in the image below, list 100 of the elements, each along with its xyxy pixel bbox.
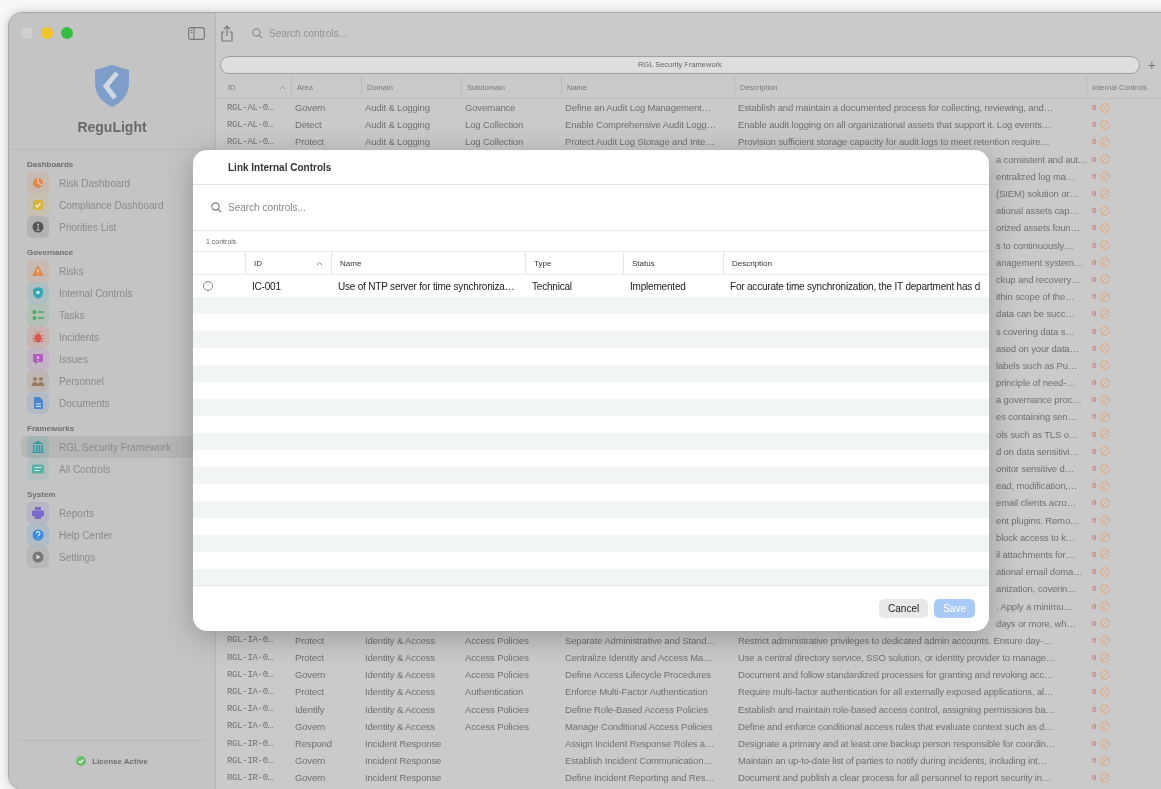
circle-slash-icon[interactable] [1100,257,1111,268]
circle-slash-icon[interactable] [1100,326,1111,337]
circle-slash-icon[interactable] [1100,411,1111,422]
table-cell-text: RGL-IR-0… [226,772,274,783]
circle-slash-icon[interactable] [1100,377,1111,388]
circle-slash-icon[interactable] [1100,480,1111,491]
table-cell-text: Define an Audit Log Management… [564,102,712,114]
table-cell: ational assets cap… [996,205,1079,217]
printer-icon [27,502,49,524]
circle-slash-icon[interactable] [1100,222,1111,233]
circle-slash-icon[interactable] [1100,102,1111,113]
table-cell-text: Protect [294,136,326,148]
sort-chevron-icon [279,84,286,90]
circle-slash-icon[interactable] [1100,549,1111,560]
control-count: 0 [1092,618,1097,628]
table-cell-text: Access Policies [464,669,530,681]
circle-slash-icon[interactable] [1100,566,1111,577]
table-cell-text: Enforce Multi-Factor Authentication [564,686,709,698]
table-cell-text: Access Policies [464,720,530,732]
circle-slash-icon[interactable] [1100,274,1111,285]
circle-slash-icon[interactable] [1100,308,1111,319]
control-count: 0 [1092,154,1097,164]
circle-slash-icon[interactable] [1100,429,1111,440]
table-cell-text: Enable Comprehensive Audit Logg… [564,119,717,131]
zoom-window-button[interactable] [61,27,73,39]
search-field[interactable]: Search controls... [269,27,347,39]
checklist-icon [27,304,49,326]
table-cell-text: Identity & Access [364,652,436,664]
table-cell: ead, modification,… [996,480,1078,492]
circle-slash-icon[interactable] [1100,154,1111,165]
table-cell-text: Require multi-factor authentication for all externally exposed applications, al… [737,686,1055,698]
sidebar-toggle-icon[interactable] [188,26,205,40]
table-cell-text: RGL-IA-0… [226,652,274,663]
circle-slash-icon[interactable] [1100,721,1111,732]
circle-slash-icon[interactable] [1100,463,1111,474]
control-count: 0 [1092,601,1097,611]
circle-slash-icon[interactable] [1100,394,1111,405]
circle-slash-icon[interactable] [1100,669,1111,680]
column-header[interactable]: Status [623,252,723,274]
dialog-title: Link Internal Controls [228,161,332,173]
circle-slash-icon[interactable] [1100,497,1111,508]
circle-slash-icon[interactable] [1100,205,1111,216]
shield-icon [27,282,49,304]
circle-slash-icon[interactable] [1100,343,1111,354]
circle-slash-icon[interactable] [1100,652,1111,663]
control-count: 0 [1092,704,1097,714]
circle-slash-icon[interactable] [1100,772,1111,783]
minimize-window-button[interactable] [41,27,53,39]
circle-slash-icon[interactable] [1100,704,1111,715]
circle-slash-icon[interactable] [1100,446,1111,457]
circle-slash-icon[interactable] [1100,240,1111,251]
circle-slash-icon[interactable] [1100,136,1111,147]
circle-slash-icon[interactable] [1100,738,1111,749]
table-cell-text: Technical [531,280,573,292]
column-header[interactable]: Type [525,252,623,274]
speech-bubble-icon [27,348,49,370]
cancel-button[interactable]: Cancel [879,599,929,618]
table-cell-text: Log Collection [464,119,525,131]
circle-slash-icon[interactable] [1100,635,1111,646]
table-cell-text: Enable audit logging on all organizational assets that support it. Log events… [737,119,1053,131]
search-field[interactable]: Search controls... [228,202,528,213]
table-cell-text: Identity & Access [364,703,436,715]
circle-slash-icon[interactable] [1100,532,1111,543]
radio-button[interactable] [203,281,213,291]
table-cell-text: RGL-IA-0… [226,721,274,732]
table-cell: anization, coverin… [996,583,1077,595]
table-cell-text: Respond [294,738,333,750]
table-cell-text: Access Policies [464,634,530,646]
table-cell-text: RGL-IR-0… [226,755,274,766]
circle-slash-icon[interactable] [1100,686,1111,697]
add-button[interactable]: + [1145,56,1158,73]
circle-slash-icon[interactable] [1100,601,1111,612]
column-header[interactable]: Name [331,252,525,274]
table-cell-text: Define Role-Based Access Policies [564,703,709,715]
table-cell-text: Govern [294,720,327,732]
table-cell: labels such as Pu… [996,359,1078,371]
table-cell: ithin scope of the… [996,291,1075,303]
circle-slash-icon[interactable] [1100,188,1111,199]
control-count: 0 [1092,584,1097,594]
table-cell-text: Govern [294,102,327,114]
table-cell: ent plugins. Remo… [996,514,1080,526]
control-count: 0 [1092,756,1097,766]
table-cell: principle of need-… [996,377,1076,389]
column-header[interactable]: Description [723,252,989,274]
circle-slash-icon[interactable] [1100,171,1111,182]
column-header[interactable]: ID [245,252,331,274]
people-icon [27,370,49,392]
share-icon[interactable] [220,24,234,42]
circle-slash-icon[interactable] [1100,515,1111,526]
table-cell: email clients acro… [996,497,1077,509]
table-cell-text: Designate a primary and at least one backup person responsible for coordin… [737,738,1057,750]
circle-slash-icon[interactable] [1100,618,1111,629]
circle-slash-icon[interactable] [1100,119,1111,130]
table-cell: s to continuously… [996,239,1074,251]
table-cell: block access to k… [996,531,1076,543]
table-cell: days or more, wh… [996,617,1076,629]
circle-slash-icon[interactable] [1100,583,1111,594]
circle-slash-icon[interactable] [1100,755,1111,766]
circle-slash-icon[interactable] [1100,291,1111,302]
circle-slash-icon[interactable] [1100,360,1111,371]
